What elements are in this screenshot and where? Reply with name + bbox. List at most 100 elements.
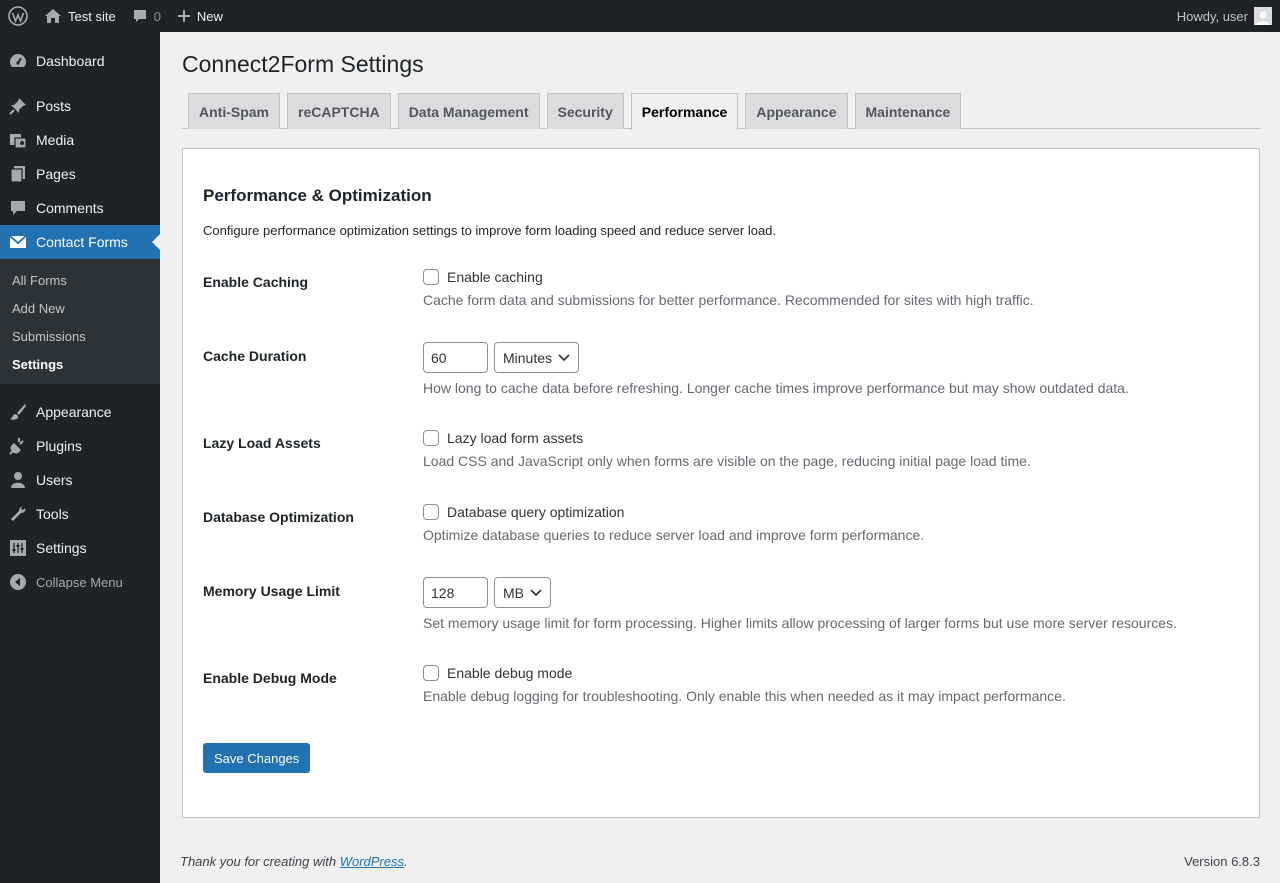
footer-thanks-suffix: .	[404, 854, 408, 869]
sidebar-item-label: Comments	[36, 200, 104, 216]
collapse-menu-label: Collapse Menu	[36, 574, 123, 590]
media-icon	[8, 130, 28, 150]
comments-link[interactable]: 0	[124, 0, 169, 32]
select-value: MB	[503, 584, 524, 601]
checkbox-box[interactable]	[423, 430, 439, 446]
sidebar-item-label: Users	[36, 472, 73, 488]
main-content: Connect2Form Settings Anti-Spam reCAPTCH…	[160, 32, 1280, 883]
settings-tabs: Anti-Spam reCAPTCHA Data Management Secu…	[182, 93, 1260, 130]
checkbox-label: Database query optimization	[447, 504, 625, 520]
sidebar-item-users[interactable]: Users	[0, 463, 160, 497]
submenu-all-forms[interactable]: All Forms	[0, 266, 160, 294]
sidebar-item-label: Plugins	[36, 438, 82, 454]
chevron-down-icon	[558, 353, 570, 362]
memory-limit-unit-select[interactable]: MB	[494, 577, 551, 608]
submenu-add-new[interactable]: Add New	[0, 294, 160, 322]
setting-label: Memory Usage Limit	[203, 583, 340, 599]
checkbox-label: Enable caching	[447, 269, 543, 285]
sidebar-item-dashboard[interactable]: Dashboard	[0, 44, 160, 78]
setting-description: Set memory usage limit for form processi…	[423, 615, 1177, 631]
sidebar-item-comments[interactable]: Comments	[0, 191, 160, 225]
footer-thanks-text: Thank you for creating with	[180, 854, 340, 869]
section-title: Performance & Optimization	[203, 186, 432, 205]
comment-icon	[132, 8, 148, 24]
comments-count: 0	[153, 8, 161, 24]
home-icon	[44, 8, 62, 24]
lazy-load-checkbox[interactable]: Lazy load form assets	[423, 430, 1031, 446]
plug-icon	[8, 436, 28, 456]
tab-performance[interactable]: Performance	[630, 93, 739, 130]
setting-label: Enable Caching	[203, 274, 309, 290]
sidebar-item-label: Dashboard	[36, 53, 105, 69]
wordpress-link[interactable]: WordPress	[340, 854, 404, 869]
setting-label: Lazy Load Assets	[203, 435, 321, 451]
sidebar-item-posts[interactable]: Posts	[0, 89, 160, 123]
checkbox-box[interactable]	[423, 665, 439, 681]
page-title: Connect2Form Settings	[182, 51, 424, 77]
cache-duration-input[interactable]: 60	[423, 342, 488, 373]
tab-data-management[interactable]: Data Management	[397, 93, 540, 129]
sidebar-item-plugins[interactable]: Plugins	[0, 429, 160, 463]
site-name-link[interactable]: Test site	[36, 0, 124, 32]
debug-mode-checkbox[interactable]: Enable debug mode	[423, 665, 1066, 681]
checkbox-label: Enable debug mode	[447, 665, 573, 681]
my-account[interactable]: Howdy, user	[1177, 7, 1280, 25]
save-changes-button[interactable]: Save Changes	[203, 743, 311, 773]
setting-label: Database Optimization	[203, 509, 354, 525]
new-label: New	[196, 8, 223, 24]
sidebar-item-pages[interactable]: Pages	[0, 157, 160, 191]
tab-maintenance[interactable]: Maintenance	[854, 93, 962, 129]
howdy-text: Howdy, user	[1176, 8, 1248, 24]
avatar	[1254, 7, 1272, 25]
new-content-link[interactable]: New	[169, 0, 231, 32]
select-value: Minutes	[503, 349, 553, 366]
checkbox-box[interactable]	[423, 269, 439, 285]
plus-icon	[177, 9, 191, 23]
contact-forms-submenu: All Forms Add New Submissions Settings	[0, 259, 160, 384]
admin-sidebar: Dashboard Posts Media Pages Comments Con…	[0, 32, 160, 883]
cache-duration-unit-select[interactable]: Minutes	[494, 342, 580, 373]
tab-security[interactable]: Security	[546, 93, 624, 129]
setting-description: Enable debug logging for troubleshooting…	[423, 688, 1066, 704]
site-name: Test site	[68, 8, 116, 24]
wrench-icon	[8, 504, 28, 524]
collapse-icon	[8, 572, 28, 592]
setting-description: Cache form data and submissions for bett…	[423, 292, 1034, 308]
collapse-menu-button[interactable]: Collapse Menu	[0, 565, 160, 599]
footer-thanks: Thank you for creating with WordPress.	[180, 854, 408, 869]
sidebar-item-label: Pages	[36, 166, 76, 182]
dashboard-icon	[8, 51, 28, 71]
tab-appearance[interactable]: Appearance	[745, 93, 848, 129]
sidebar-item-label: Appearance	[36, 404, 112, 420]
brush-icon	[8, 402, 28, 422]
enable-caching-checkbox[interactable]: Enable caching	[423, 269, 1034, 285]
wordpress-logo-icon[interactable]	[0, 0, 36, 32]
tab-recaptcha[interactable]: reCAPTCHA	[287, 93, 391, 129]
tab-anti-spam[interactable]: Anti-Spam	[188, 93, 280, 129]
submenu-settings[interactable]: Settings	[0, 350, 160, 378]
checkbox-box[interactable]	[423, 504, 439, 520]
setting-description: Optimize database queries to reduce serv…	[423, 527, 925, 543]
db-optimization-checkbox[interactable]: Database query optimization	[423, 504, 924, 520]
pages-icon	[8, 164, 28, 184]
sidebar-item-media[interactable]: Media	[0, 123, 160, 157]
sidebar-item-settings[interactable]: Settings	[0, 531, 160, 565]
settings-icon	[8, 538, 28, 558]
comment-icon	[8, 198, 28, 218]
pin-icon	[8, 96, 28, 116]
sidebar-item-label: Posts	[36, 98, 72, 114]
submenu-submissions[interactable]: Submissions	[0, 322, 160, 350]
settings-panel: Performance & Optimization Configure per…	[182, 148, 1260, 818]
sidebar-item-label: Tools	[36, 506, 69, 522]
sidebar-item-label: Settings	[36, 540, 87, 556]
sidebar-item-contact-forms[interactable]: Contact Forms	[0, 225, 160, 259]
memory-limit-input[interactable]: 128	[423, 577, 488, 608]
sidebar-item-tools[interactable]: Tools	[0, 497, 160, 531]
sidebar-item-label: Media	[36, 132, 75, 148]
sidebar-item-label: Contact Forms	[36, 234, 128, 250]
sidebar-item-appearance[interactable]: Appearance	[0, 395, 160, 429]
setting-label: Cache Duration	[203, 348, 307, 364]
setting-description: How long to cache data before refreshing…	[423, 380, 1129, 396]
setting-label: Enable Debug Mode	[203, 670, 337, 686]
admin-bar: Test site 0 New Howdy, user	[0, 0, 1280, 32]
